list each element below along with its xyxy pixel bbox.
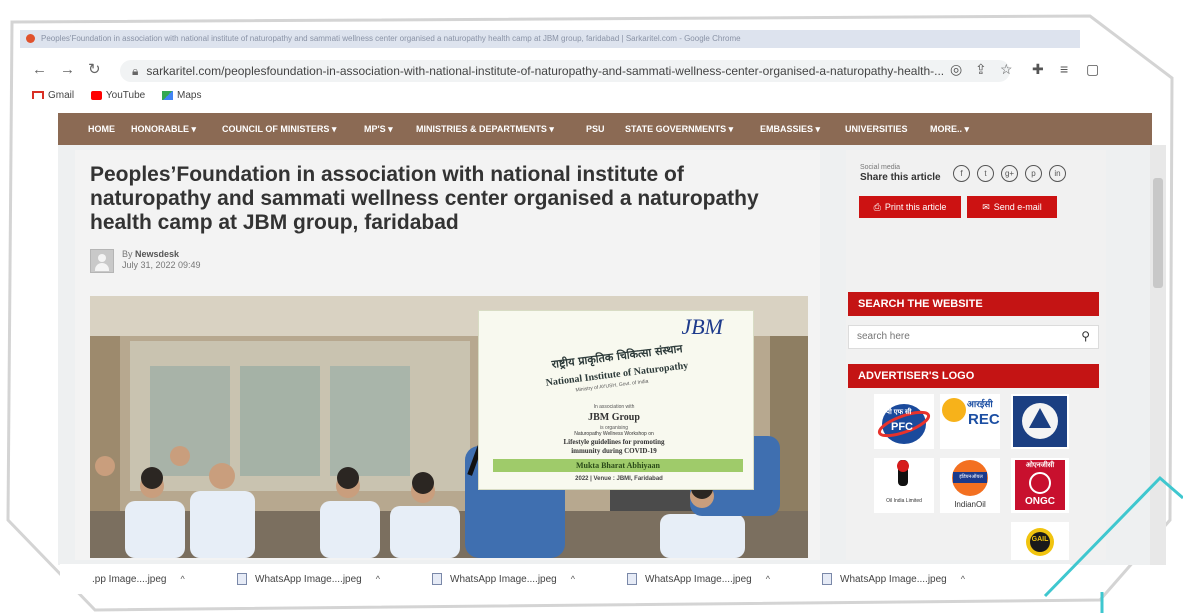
banner-group: JBM Group (588, 412, 640, 423)
share-label: Share this article (860, 172, 941, 183)
author-link[interactable]: Newsdesk (135, 249, 179, 259)
reading-list-icon[interactable]: ≡ (1060, 61, 1068, 77)
banner-assoc: In association with (593, 404, 635, 410)
avatar (90, 249, 114, 273)
article-title: Peoples’Foundation in association with n… (90, 163, 759, 234)
chevron-up-icon[interactable]: ^ (571, 574, 575, 584)
facebook-icon[interactable]: f (953, 165, 970, 182)
gmail-icon (32, 91, 44, 100)
window-title-bar: Peoples'Foundation in association with n… (20, 30, 1080, 48)
printer-icon: ⎙ (873, 202, 881, 212)
back-icon[interactable]: ← (32, 60, 47, 80)
extensions-icon[interactable]: ✚ (1032, 61, 1044, 78)
pinterest-icon[interactable]: p (1025, 165, 1042, 182)
download-item[interactable]: WhatsApp Image....jpeg ^ (432, 564, 575, 594)
bookmark-youtube[interactable]: YouTube (90, 88, 145, 104)
indianoil-logo[interactable]: इंडियनऑयल IndianOil (940, 458, 1000, 513)
bookmark-maps[interactable]: Maps (161, 88, 201, 104)
youtube-icon (90, 90, 102, 100)
nav-item-universities[interactable]: UNIVERSITIES (845, 113, 908, 145)
ongc-text: ONGC (1025, 496, 1055, 507)
bookmark-star-icon[interactable]: ☆ (1000, 61, 1013, 78)
reload-icon[interactable]: ↻ (88, 60, 101, 80)
advertiser-heading: ADVERTISER'S LOGO (848, 364, 1099, 388)
file-icon (627, 573, 637, 586)
ongc-hindi-text: ओएनजीसी (1025, 462, 1055, 469)
search-heading: SEARCH THE WEBSITE (848, 292, 1099, 316)
banner-topic-1: Lifestyle guidelines for promoting (563, 438, 665, 446)
nav-item-mps[interactable]: MP'S ▾ (364, 113, 393, 145)
download-item[interactable]: .pp Image....jpeg ^ (92, 564, 185, 594)
download-item[interactable]: WhatsApp Image....jpeg ^ (237, 564, 380, 594)
print-article-button[interactable]: ⎙ Print this article (859, 196, 961, 218)
send-email-button[interactable]: ✉ Send e-mail (967, 196, 1057, 218)
nav-item-more[interactable]: MORE.. ▾ (930, 113, 969, 145)
event-banner: JBM राष्ट्रीय प्राकृतिक चिकित्सा संस्थान… (478, 310, 754, 490)
share-small-label: Social media (860, 164, 901, 171)
maps-icon (161, 90, 173, 100)
article-date: July 31, 2022 09:49 (122, 260, 201, 270)
nav-item-embassies[interactable]: EMBASSIES ▾ (760, 113, 820, 145)
lock-icon: 🔒︎ (132, 64, 139, 78)
rec-logo[interactable]: आरईसी REC (940, 394, 1000, 449)
chevron-up-icon[interactable]: ^ (181, 574, 185, 584)
download-item[interactable]: WhatsApp Image....jpeg ^ (822, 564, 965, 594)
oil-india-logo[interactable]: Oil India Limited (874, 458, 934, 513)
article-byline: By Newsdesk July 31, 2022 09:49 (122, 249, 201, 271)
pfc-hindi-text: पी एफ सी (886, 409, 912, 416)
file-icon (237, 573, 247, 586)
rec-text: REC (968, 411, 1000, 428)
banner-workshop: Naturopathy Wellness Workshop on (574, 431, 654, 437)
chevron-up-icon[interactable]: ^ (376, 574, 380, 584)
banner-ribbon: Mukta Bharat Abhiyaan (493, 459, 743, 472)
file-icon (432, 573, 442, 586)
gail-text: GAIL (1031, 536, 1049, 543)
side-panel-icon[interactable]: ▢ (1086, 61, 1099, 78)
envelope-icon: ✉ (982, 202, 990, 212)
banner-venue: 2022 | Venue : JBMI, Faridabad (575, 476, 663, 482)
search-input[interactable] (857, 331, 1057, 342)
scrollbar-thumb[interactable] (1153, 178, 1163, 288)
nav-item-honorable[interactable]: HONORABLE ▾ (131, 113, 196, 145)
nav-item-council-of-ministers[interactable]: COUNCIL OF MINISTERS ▾ (222, 113, 336, 145)
tracking-icon[interactable]: ◎ (950, 61, 962, 78)
pfc-text: PFC (891, 421, 913, 433)
nav-item-home[interactable]: HOME (88, 113, 115, 145)
bookmark-gmail[interactable]: Gmail (32, 88, 74, 104)
gail-logo[interactable]: GAIL (1011, 522, 1069, 560)
chevron-up-icon[interactable]: ^ (961, 574, 965, 584)
oil-india-text: Oil India Limited (886, 498, 922, 504)
indianoil-text: IndianOil (954, 500, 986, 509)
window-title: Peoples'Foundation in association with n… (41, 34, 741, 43)
nav-item-state-governments[interactable]: STATE GOVERNMENTS ▾ (625, 113, 733, 145)
chevron-up-icon[interactable]: ^ (766, 574, 770, 584)
by-prefix: By (122, 249, 133, 259)
rec-sun-icon (942, 398, 966, 422)
nav-item-ministries[interactable]: MINISTRIES & DEPARTMENTS ▾ (416, 113, 554, 145)
address-row: ← → ↻ 🔒︎ sarkaritel.com/peoplesfoundation… (20, 58, 1110, 84)
share-page-icon[interactable]: ⇪ (975, 61, 987, 78)
site-favicon (26, 34, 35, 44)
screenshot-frame: Peoples'Foundation in association with n… (0, 0, 1183, 613)
rec-hindi-text: आरईसी (967, 399, 993, 409)
address-bar[interactable]: 🔒︎ sarkaritel.com/peoplesfoundation-in-as… (120, 60, 1010, 82)
nav-item-psu[interactable]: PSU (586, 113, 605, 145)
search-box[interactable]: ⚲ (848, 325, 1099, 349)
forward-icon[interactable]: → (60, 60, 75, 80)
emblem-logo[interactable] (1011, 394, 1069, 449)
linkedin-icon[interactable]: in (1049, 165, 1066, 182)
url-text: sarkaritel.com/peoplesfoundation-in-asso… (146, 64, 945, 78)
pfc-logo[interactable]: पी एफ सी PFC (874, 394, 934, 449)
google-plus-icon[interactable]: g+ (1001, 165, 1018, 182)
ongc-logo[interactable]: ओएनजीसी ONGC (1011, 458, 1069, 513)
file-icon (822, 573, 832, 586)
banner-topic-2: immunity during COVID-19 (571, 447, 657, 455)
article-photo: JBM राष्ट्रीय प्राकृतिक चिकित्सा संस्थान… (90, 296, 808, 558)
download-item[interactable]: WhatsApp Image....jpeg ^ (627, 564, 770, 594)
indianoil-hindi-text: इंडियनऑयल (959, 474, 983, 480)
twitter-icon[interactable]: t (977, 165, 994, 182)
search-icon[interactable]: ⚲ (1081, 329, 1090, 343)
bookmarks-bar: Gmail YouTube Maps (32, 88, 215, 104)
